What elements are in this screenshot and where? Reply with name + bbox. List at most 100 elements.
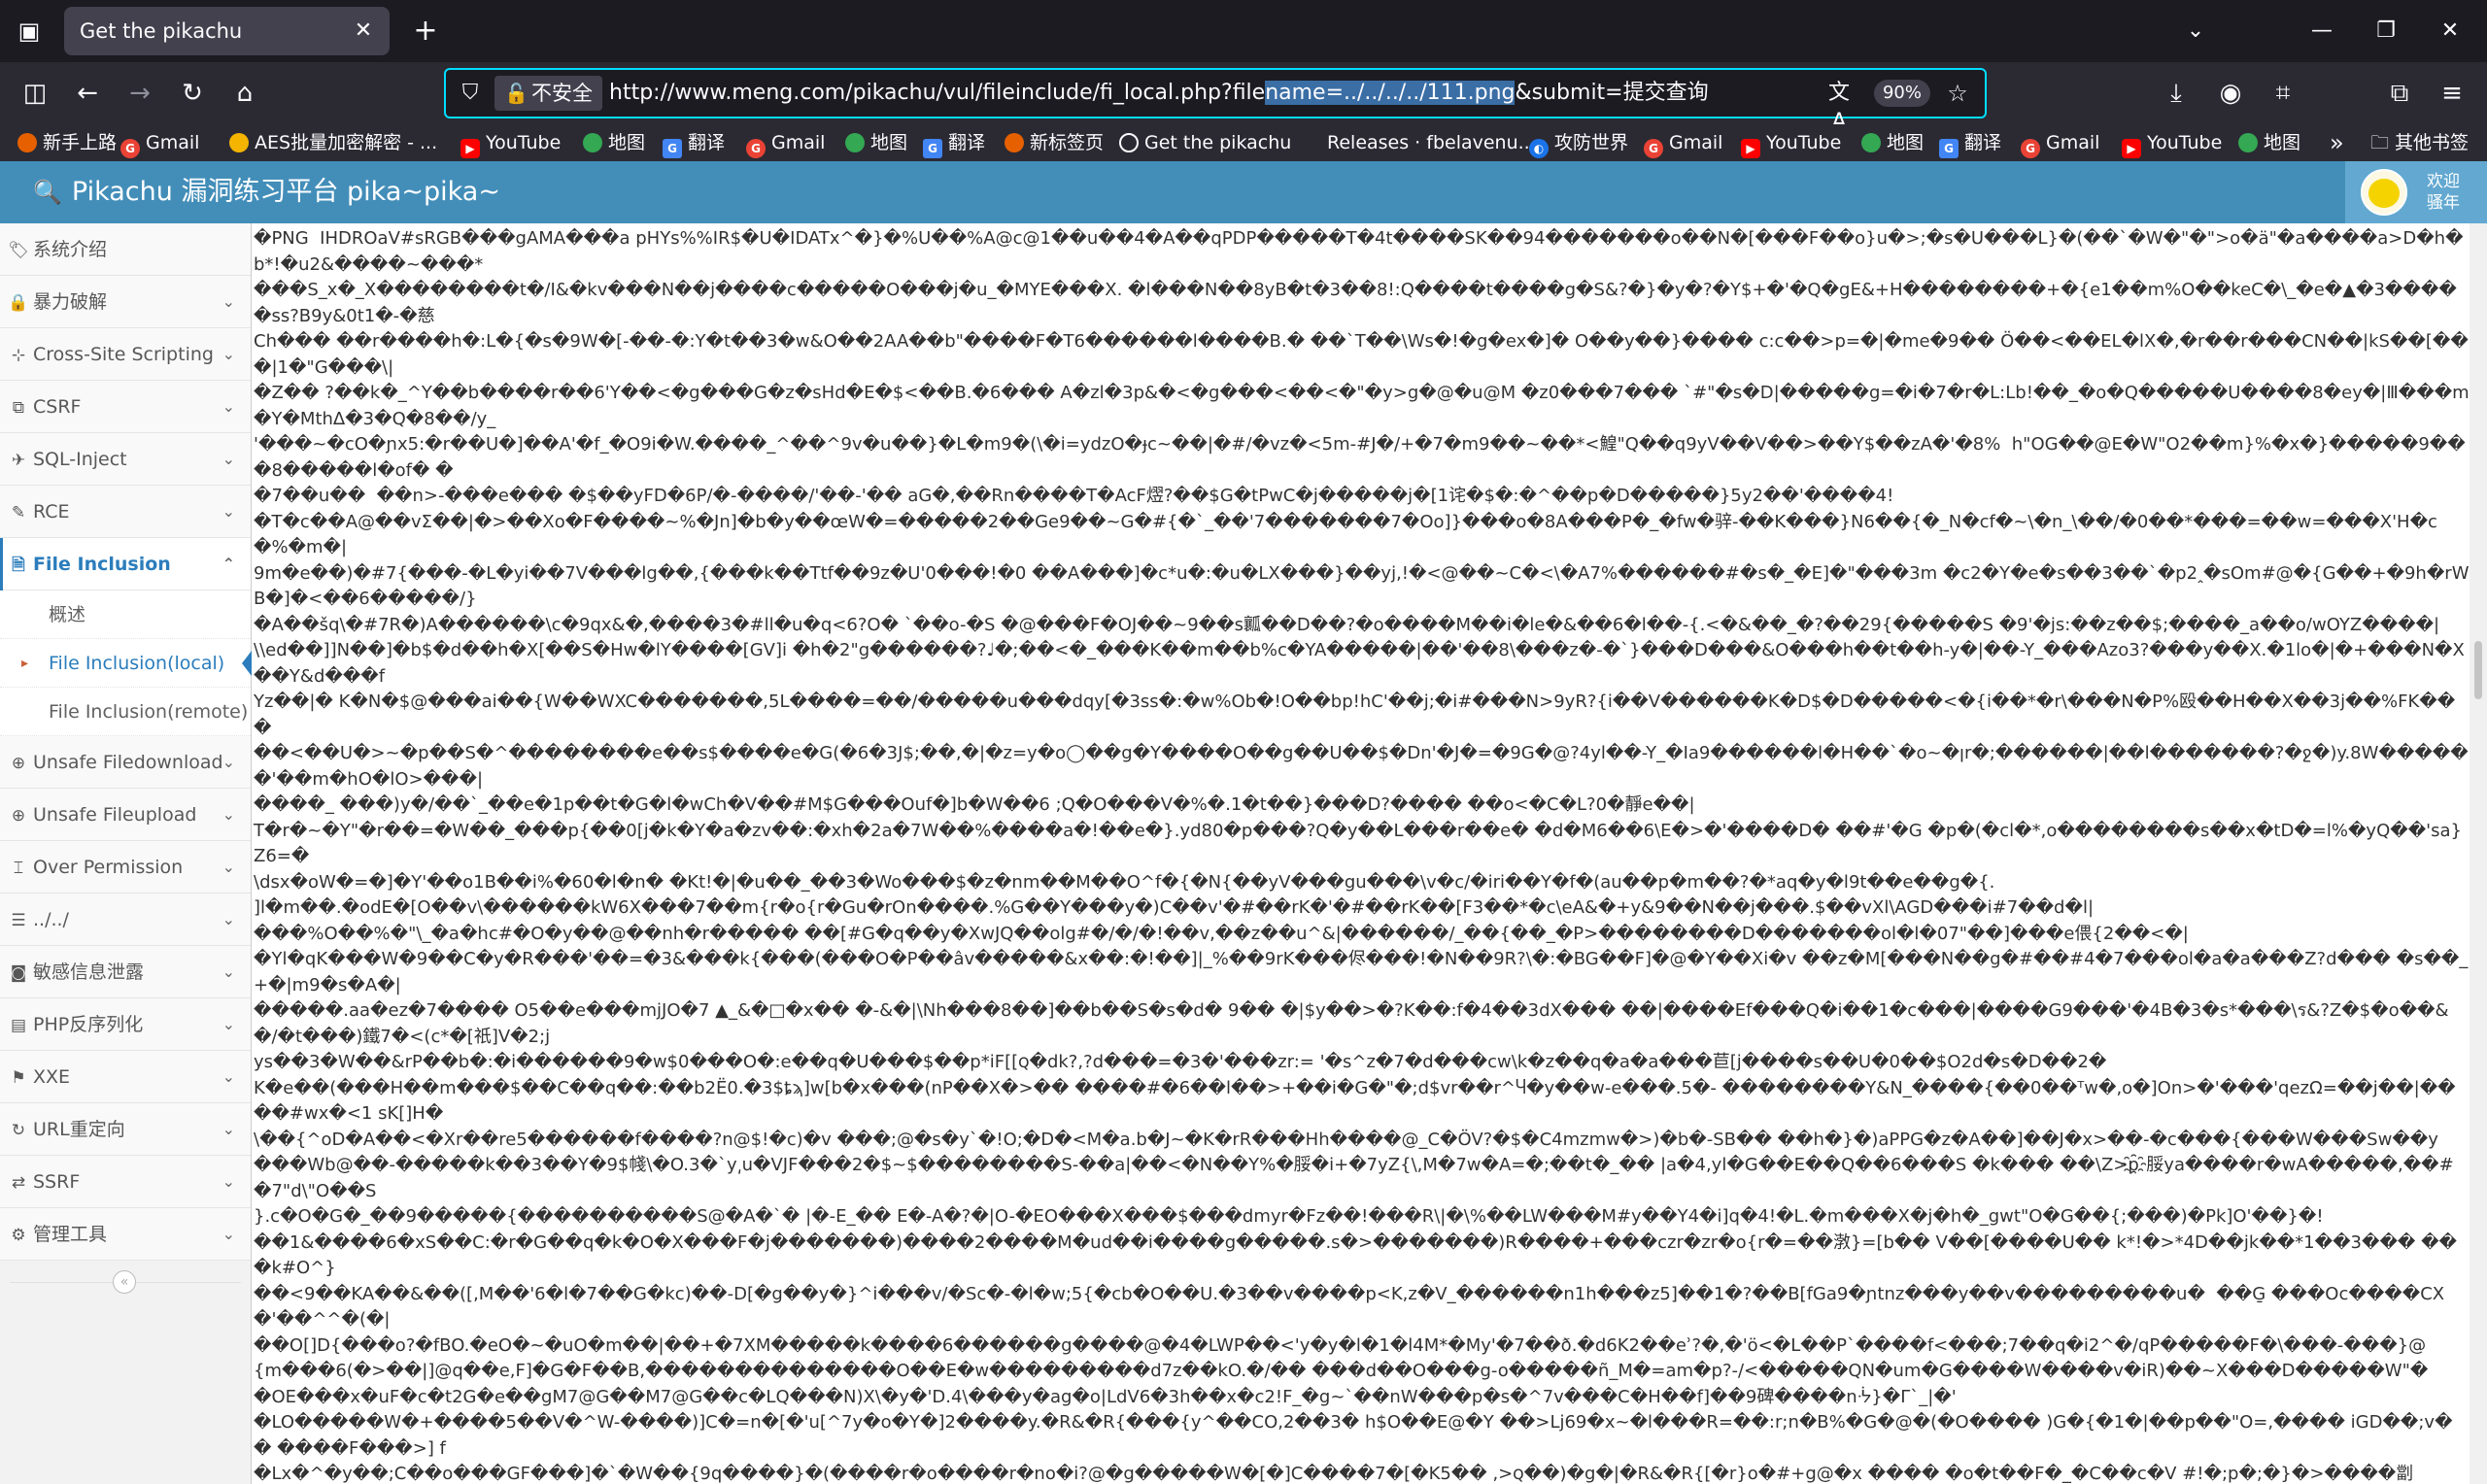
sidebar-item-filedownload[interactable]: ⊕ Unsafe Filedownload ⌄	[0, 736, 251, 789]
bookmark-item[interactable]: G Gmail	[120, 124, 199, 161]
camera-icon: ◙	[10, 963, 27, 983]
youtube-icon: ▶	[2122, 139, 2141, 158]
site-title[interactable]: 🔍 Pikachu 漏洞练习平台 pika~pika~	[33, 161, 500, 223]
user-menu[interactable]: 欢迎 骚年	[2345, 161, 2487, 223]
zoom-level[interactable]: 90%	[1874, 80, 1930, 107]
sidebar-subitem-overview[interactable]: 概述	[0, 590, 251, 639]
bookmark-item[interactable]: 地图	[845, 124, 907, 161]
sidebar-item-unserialize[interactable]: ▤ PHP反序列化 ⌄	[0, 998, 251, 1051]
sitemap-icon: ⊹	[11, 346, 26, 365]
translate-icon: G	[1939, 139, 1959, 158]
sidebar-item-ssrf[interactable]: ⇄ SSRF ⌄	[0, 1156, 251, 1208]
lock-icon: 🔒	[8, 293, 29, 313]
bookmark-item[interactable]: G 翻译	[923, 124, 985, 161]
python-icon	[229, 133, 249, 152]
scrollbar-thumb[interactable]	[2474, 641, 2482, 699]
chevron-down-icon: ⌄	[221, 858, 235, 876]
google-icon: G	[120, 139, 140, 158]
bookmark-item[interactable]: 新手上路	[17, 124, 117, 161]
bookmark-item[interactable]: 新标签页	[1005, 124, 1104, 161]
translate-icon[interactable]: 文A	[1823, 79, 1855, 134]
bookmark-item[interactable]: Releases · fbelavenu...	[1302, 124, 1536, 161]
home-icon[interactable]: ⌂	[225, 74, 264, 113]
google-icon: G	[746, 139, 766, 158]
bookmark-item[interactable]: ▶ YouTube	[2122, 124, 2222, 161]
plus-icon[interactable]: +	[406, 12, 445, 51]
close-window-icon[interactable]: ✕	[2431, 12, 2470, 51]
other-bookmarks[interactable]: 🗀 其他书签	[2370, 124, 2469, 161]
bookmarks-overflow-chevron[interactable]: »	[2330, 124, 2344, 161]
back-arrow-icon[interactable]: ←	[68, 74, 107, 113]
security-indicator[interactable]: 🔓 不安全	[494, 76, 602, 111]
page-scrollbar[interactable]	[2470, 223, 2487, 1484]
map-pin-icon	[845, 133, 865, 152]
sidebar-item-csrf[interactable]: ⧉ CSRF ⌄	[0, 381, 251, 433]
text-cursor-icon: ⌶	[13, 859, 24, 878]
bookmark-item[interactable]: Get the pikachu	[1119, 124, 1291, 161]
bookmark-item[interactable]: G 翻译	[1939, 124, 2001, 161]
url-text[interactable]: http://www.meng.com/pikachu/vul/fileincl…	[609, 70, 1709, 117]
sidebar-subitem-remote[interactable]: File Inclusion(remote)	[0, 688, 251, 736]
sidebar-item-xxe[interactable]: ⚑ XXE ⌄	[0, 1051, 251, 1103]
google-icon: G	[2021, 139, 2040, 158]
bookmark-item[interactable]: ▶ YouTube	[460, 124, 561, 161]
extensions-icon[interactable]: ⧉	[2380, 74, 2419, 113]
sidebar-item-rce[interactable]: ✎ RCE ⌄	[0, 486, 251, 538]
download-icon[interactable]: ⤓	[2157, 74, 2196, 113]
bookmark-item[interactable]: ◐ 攻防世界	[1529, 124, 1628, 161]
active-tab[interactable]: Get the pikachu ✕	[64, 7, 390, 55]
shield-icon[interactable]: ⛉	[456, 79, 485, 108]
sidebar-item-sqli[interactable]: ✈ SQL-Inject ⌄	[0, 433, 251, 486]
bookmark-item[interactable]: G Gmail	[746, 124, 825, 161]
firefox-icon	[17, 133, 37, 152]
sidebar-toggle-icon[interactable]: ◫	[16, 74, 54, 113]
chevron-down-icon: ⌄	[221, 1172, 235, 1191]
crop-icon[interactable]: ⌗	[2264, 74, 2302, 113]
sidebar-item-overpermission[interactable]: ⌶ Over Permission ⌄	[0, 841, 251, 894]
chevron-down-icon: ⌄	[221, 1015, 235, 1033]
sidebar-item-admin-tools[interactable]: ⚙ 管理工具 ⌄	[0, 1208, 251, 1261]
pencil-icon: ✎	[11, 503, 26, 523]
map-pin-icon	[1861, 133, 1881, 152]
sidebar-item-dir-traversal[interactable]: ☰ ../../⌄	[0, 894, 251, 946]
chevron-down-icon[interactable]: ⌄	[2176, 12, 2215, 51]
sidebar-item-bruteforce[interactable]: 🔒 暴力破解 ⌄	[0, 276, 251, 328]
bookmark-item[interactable]: G Gmail	[1644, 124, 1722, 161]
account-icon[interactable]: ◉	[2211, 74, 2250, 113]
sidebar-item-url-redirect[interactable]: ↻ URL重定向 ⌄	[0, 1103, 251, 1156]
bookmark-item[interactable]: AES批量加密解密 - ...	[229, 124, 437, 161]
bookmark-item[interactable]: ▶ YouTube	[1741, 124, 1841, 161]
close-icon[interactable]: ✕	[349, 17, 378, 46]
fighter-icon: ✈	[11, 451, 26, 470]
translate-icon: G	[923, 139, 942, 158]
reload-icon[interactable]: ↻	[173, 74, 212, 113]
map-pin-icon	[583, 133, 602, 152]
chevron-up-icon: ⌃	[221, 555, 235, 573]
tab-overview-icon[interactable]: ▣	[10, 12, 49, 51]
sidebar-item-intro[interactable]: 🏷 系统介绍	[0, 223, 251, 276]
chevron-down-icon: ⌄	[221, 1067, 235, 1086]
forward-arrow-icon[interactable]: →	[120, 74, 159, 113]
exchange-icon: ⇄	[11, 1173, 26, 1193]
restore-icon[interactable]: ❐	[2367, 12, 2405, 51]
url-prefix: http://www.meng.com/pikachu/vul/fileincl…	[609, 81, 1266, 105]
chevron-down-icon: ⌄	[221, 962, 235, 981]
minimize-icon[interactable]: —	[2302, 12, 2341, 51]
star-icon[interactable]: ☆	[1942, 79, 1973, 108]
bookmark-item[interactable]: 地图	[583, 124, 645, 161]
chevron-down-icon: ⌄	[221, 1225, 235, 1243]
sidebar-item-info-leak[interactable]: ◙ 敏感信息泄露 ⌄	[0, 946, 251, 998]
hamburger-menu-icon[interactable]: ≡	[2433, 74, 2471, 113]
bookmark-item[interactable]: G 翻译	[663, 124, 725, 161]
bookmark-item[interactable]: 地图	[1861, 124, 1924, 161]
sidebar-item-xss[interactable]: ⊹ Cross-Site Scripting ⌄	[0, 328, 251, 381]
sidebar-item-file-inclusion[interactable]: 🗎 File Inclusion ⌃	[0, 538, 251, 590]
sidebar-subitem-local[interactable]: ▸ File Inclusion(local)	[0, 639, 252, 688]
map-pin-icon	[2238, 133, 2258, 152]
url-bar[interactable]: ⛉ 🔓 不安全 http://www.meng.com/pikachu/vul/…	[444, 68, 1987, 134]
double-chevron-left-icon[interactable]: «	[113, 1270, 136, 1294]
folder-icon: 🗀	[2370, 132, 2390, 153]
sidebar-item-fileupload[interactable]: ⊕ Unsafe Fileupload ⌄	[0, 789, 251, 841]
bookmark-item[interactable]: G Gmail	[2021, 124, 2099, 161]
bookmark-item[interactable]: 地图	[2238, 124, 2300, 161]
